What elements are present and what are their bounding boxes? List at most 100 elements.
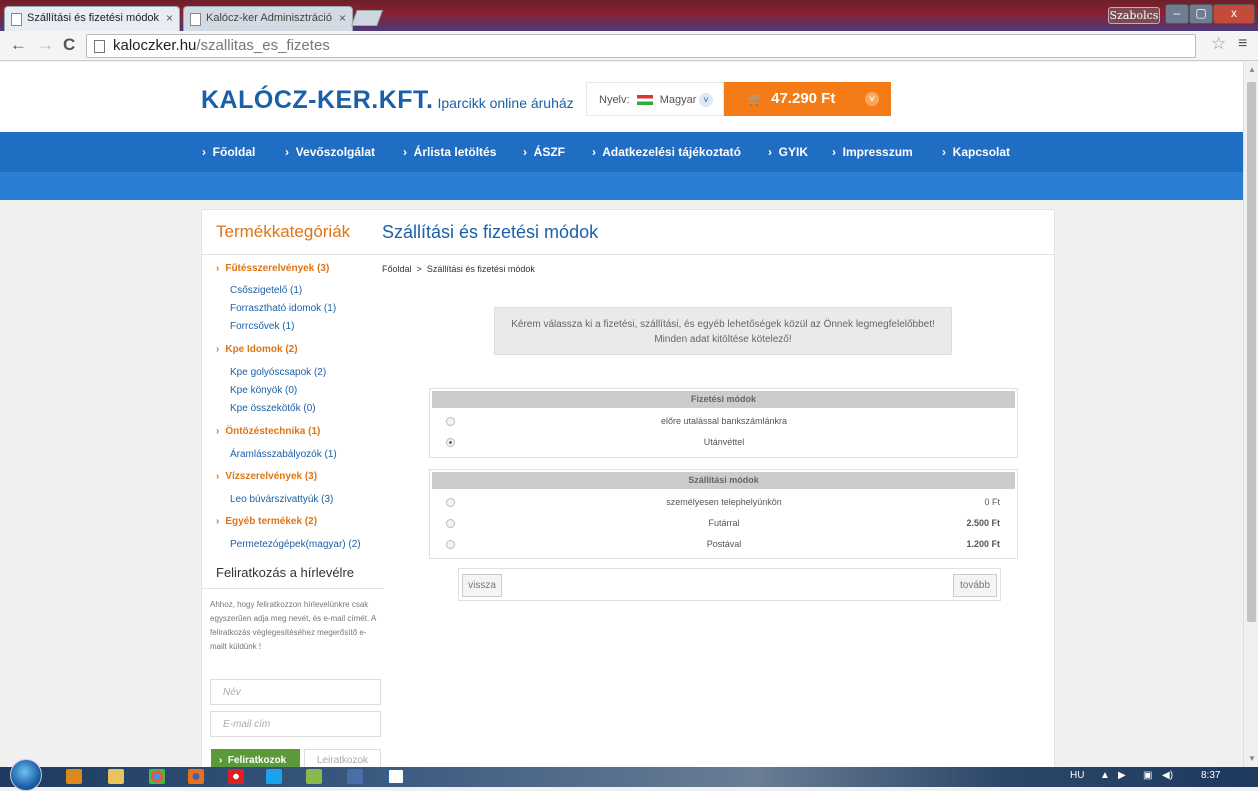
- nav-item-vevoszolgalat[interactable]: › Vevőszolgálat: [285, 145, 375, 159]
- nav-subbar: [0, 172, 1243, 200]
- firefox-icon[interactable]: [188, 769, 204, 784]
- breadcrumb-home[interactable]: Főoldal: [382, 264, 412, 274]
- shipping-option-label: Futárral: [708, 518, 740, 528]
- input-language[interactable]: HU: [1070, 770, 1084, 781]
- bookmark-star-icon[interactable]: ☆: [1211, 34, 1226, 54]
- payment-option-cod[interactable]: Utánvéttel: [430, 432, 1019, 454]
- payment-option-transfer[interactable]: előre utalással bankszámlánkra: [430, 411, 1019, 433]
- back-icon[interactable]: ←: [10, 36, 27, 54]
- browser-menu-icon[interactable]: ≡: [1238, 35, 1247, 53]
- nav-item-kapcsolat[interactable]: › Kapcsolat: [942, 145, 1010, 159]
- scroll-down-icon[interactable]: ▼: [1248, 754, 1256, 763]
- subcategory-link[interactable]: Áramlásszabályozók (1): [230, 449, 337, 460]
- opera-icon[interactable]: [228, 769, 244, 784]
- site-logo[interactable]: KALÓCZ-KER.KFT. Iparcikk online áruház: [201, 86, 574, 115]
- nav-item-gyik[interactable]: › GYIK: [768, 145, 808, 159]
- payment-radio-cod[interactable]: [446, 438, 455, 447]
- address-bar-row: ← → C kaloczker.hu/szallitas_es_fizetes: [0, 31, 1258, 61]
- subscribe-button[interactable]: › Feliratkozok: [211, 749, 300, 767]
- tray-arrow-icon[interactable]: ▲: [1100, 770, 1110, 781]
- flag-icon[interactable]: ▶: [1118, 770, 1126, 781]
- maximize-button[interactable]: ▢: [1189, 4, 1213, 24]
- tab-title: Szállítási és fizetési módok: [27, 12, 160, 24]
- tab-title: Kalócz-ker Adminisztráció: [206, 12, 332, 24]
- shipping-radio-courier[interactable]: [446, 519, 455, 528]
- newsletter-name-input[interactable]: Név: [210, 679, 381, 705]
- start-button-icon[interactable]: [10, 759, 42, 791]
- tab-admin[interactable]: Kalócz-ker Adminisztráció ×: [183, 6, 353, 31]
- close-tab-icon[interactable]: ×: [339, 11, 346, 25]
- profile-badge[interactable]: Szabolcs: [1108, 7, 1160, 24]
- language-selector[interactable]: Nyelv: Magyar ˅: [586, 82, 724, 116]
- word-icon[interactable]: [388, 769, 404, 784]
- minimize-button[interactable]: –: [1165, 4, 1189, 24]
- new-tab-button[interactable]: [351, 10, 383, 26]
- language-label: Nyelv:: [599, 94, 630, 106]
- forward-icon[interactable]: →: [37, 36, 54, 54]
- shipping-radio-personal[interactable]: [446, 498, 455, 507]
- breadcrumb-current: Szállítási és fizetési módok: [426, 264, 535, 274]
- category-kpe[interactable]: › Kpe Idomok (2): [216, 344, 298, 355]
- save-icon[interactable]: [347, 769, 363, 784]
- scroll-up-icon[interactable]: ▲: [1248, 65, 1256, 74]
- volume-icon[interactable]: ◀): [1162, 770, 1173, 781]
- shipping-radio-post[interactable]: [446, 540, 455, 549]
- subcategory-link[interactable]: Kpe könyök (0): [230, 385, 297, 396]
- nav-item-impresszum[interactable]: › Impresszum: [832, 145, 913, 159]
- divider: [202, 588, 384, 589]
- cart-total: 47.290 Ft: [771, 90, 836, 107]
- chevron-down-icon[interactable]: ˅: [865, 92, 879, 106]
- shipping-option-post[interactable]: Postával 1.200 Ft: [430, 534, 1000, 556]
- back-button[interactable]: vissza: [462, 574, 502, 597]
- shipping-price: 1.200 Ft: [966, 539, 1000, 549]
- breadcrumb-separator: >: [416, 264, 422, 274]
- page-icon: [11, 13, 22, 26]
- desktop-icon[interactable]: [66, 769, 82, 784]
- skype-icon[interactable]: [266, 769, 282, 784]
- chrome-icon[interactable]: [149, 769, 165, 784]
- newsletter-title: Feliratkozás a hírlevélre: [216, 565, 354, 580]
- scrollbar-thumb[interactable]: [1247, 82, 1256, 622]
- cart-button[interactable]: 🛒 47.290 Ft ˅: [724, 82, 891, 116]
- category-viz[interactable]: › Vízszerelvények (3): [216, 471, 317, 482]
- nav-item-arlista[interactable]: › Árlista letöltés: [403, 145, 496, 159]
- url-field[interactable]: kaloczker.hu/szallitas_es_fizetes: [86, 34, 1196, 58]
- tab-shipping-payment[interactable]: Szállítási és fizetési módok ×: [4, 6, 180, 31]
- category-futes[interactable]: › Fűtésszerelvények (3): [216, 263, 329, 274]
- payment-option-label: Utánvéttel: [703, 437, 745, 447]
- vertical-scrollbar[interactable]: ▲ ▼: [1243, 62, 1258, 767]
- category-egyeb[interactable]: › Egyéb termékek (2): [216, 516, 317, 527]
- subcategory-link[interactable]: Csőszigetelő (1): [230, 285, 302, 296]
- step-buttons: vissza tovább: [458, 568, 1001, 601]
- subcategory-link[interactable]: Kpe golyóscsapok (2): [230, 367, 326, 378]
- explorer-icon[interactable]: [108, 769, 124, 784]
- nav-item-aszf[interactable]: › ÁSZF: [523, 145, 565, 159]
- subcategory-link[interactable]: Kpe összekötők (0): [230, 403, 316, 414]
- payment-option-label: előre utalással bankszámlánkra: [660, 416, 788, 426]
- subcategory-link[interactable]: Forrcsővek (1): [230, 321, 294, 332]
- network-icon[interactable]: ▣: [1143, 770, 1152, 781]
- subcategory-link[interactable]: Forrasztható idomok (1): [230, 303, 336, 314]
- close-tab-icon[interactable]: ×: [166, 11, 173, 25]
- breadcrumb: Főoldal > Szállítási és fizetési módok: [382, 264, 535, 274]
- next-button[interactable]: tovább: [953, 574, 997, 597]
- reload-icon[interactable]: C: [63, 36, 75, 54]
- sidebar-title: Termékkategóriák: [216, 222, 351, 241]
- payment-radio-transfer[interactable]: [446, 417, 455, 426]
- shipping-option-personal[interactable]: személyesen telephelyünkön 0 Ft: [430, 492, 1000, 514]
- clock[interactable]: 8:37: [1201, 770, 1220, 781]
- newsletter-email-input[interactable]: E-mail cím: [210, 711, 381, 737]
- subcategory-link[interactable]: Leo búvárszivattyúk (3): [230, 494, 333, 505]
- unsubscribe-button[interactable]: Leiratkozok: [304, 749, 381, 767]
- nav-item-adatkezeles[interactable]: › Adatkezelési tájékoztató: [592, 145, 741, 159]
- logo-text: KALÓCZ-KER.KFT.: [201, 86, 434, 114]
- category-ontozes[interactable]: › Öntözéstechnika (1): [216, 426, 320, 437]
- shipping-option-label: Postával: [706, 539, 742, 549]
- subcategory-link[interactable]: Permetezógépek(magyar) (2): [230, 539, 361, 550]
- close-window-button[interactable]: x: [1213, 4, 1255, 24]
- nav-item-fooldal[interactable]: › Főoldal: [202, 145, 255, 159]
- shipping-option-courier[interactable]: Futárral 2.500 Ft: [430, 513, 1000, 535]
- paint-icon[interactable]: [306, 769, 322, 784]
- chevron-down-icon[interactable]: ˅: [699, 93, 713, 107]
- info-notice: Kérem válassza ki a fizetési, szállítási…: [494, 307, 952, 355]
